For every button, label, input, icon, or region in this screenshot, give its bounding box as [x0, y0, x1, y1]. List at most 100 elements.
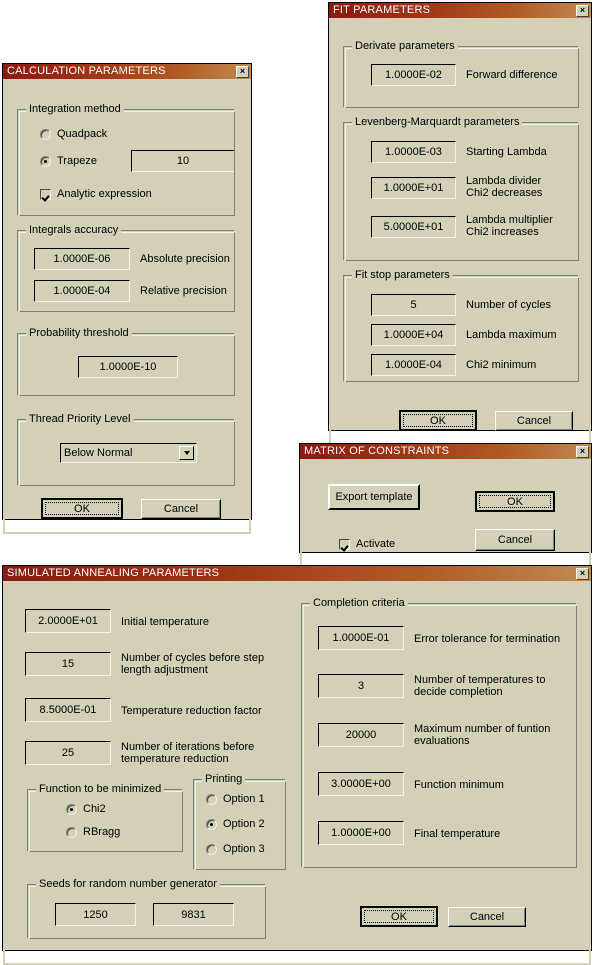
- close-icon[interactable]: ×: [576, 445, 589, 458]
- calculation-ok-button[interactable]: OK: [41, 498, 123, 519]
- radio-option-3[interactable]: Option 3: [206, 843, 265, 855]
- group-caption: Fit stop parameters: [352, 269, 453, 281]
- final-temperature-field[interactable]: 1.0000E+00: [318, 821, 404, 845]
- group-levenberg-marquardt: Levenberg-Marquardt parameters 1.0000E-0…: [343, 116, 579, 261]
- iterations-before-reduction-field[interactable]: 25: [25, 741, 111, 765]
- final-temperature-label: Final temperature: [414, 828, 501, 840]
- seed-2-field[interactable]: 9831: [153, 903, 234, 926]
- lambda-multiplier-field[interactable]: 5.0000E+01: [371, 216, 456, 238]
- annealing-title: SIMULATED ANNEALING PARAMETERS: [7, 567, 220, 579]
- checkbox-activate[interactable]: Activate: [339, 538, 395, 550]
- group-seeds: Seeds for random number generator 1250 9…: [27, 878, 266, 939]
- chi2-minimum-label: Chi2 minimum: [466, 359, 537, 371]
- group-caption: Printing: [202, 773, 246, 785]
- initial-temperature-field[interactable]: 2.0000E+01: [25, 609, 111, 633]
- simulated-annealing-window: SIMULATED ANNEALING PARAMETERS × 2.0000E…: [2, 565, 592, 965]
- error-tolerance-field[interactable]: 1.0000E-01: [318, 626, 404, 650]
- radio-option-2[interactable]: Option 2: [206, 818, 265, 830]
- fit-ok-button[interactable]: OK: [399, 410, 477, 431]
- annealing-cancel-button[interactable]: Cancel: [448, 907, 526, 927]
- radio-indicator: [40, 155, 51, 167]
- close-icon[interactable]: ×: [236, 65, 249, 78]
- button-label: OK: [507, 495, 523, 508]
- trapeze-steps-field[interactable]: 10: [131, 150, 235, 172]
- radio-indicator: [206, 843, 217, 855]
- thread-priority-select[interactable]: Below Normal: [60, 443, 197, 463]
- group-caption: Levenberg-Marquardt parameters: [352, 116, 523, 128]
- temperature-reduction-factor-field[interactable]: 8.5000E-01: [25, 698, 111, 722]
- close-icon[interactable]: ×: [576, 4, 589, 17]
- fit-parameters-window: FIT PARAMETERS × Derivate parameters 1.0…: [328, 2, 592, 445]
- max-function-evaluations-label: Maximum number of funtion evaluations: [414, 723, 551, 747]
- close-icon[interactable]: ×: [576, 567, 589, 580]
- lambda-maximum-label: Lambda maximum: [466, 329, 557, 341]
- radio-label: Option 3: [223, 843, 265, 855]
- relative-precision-field[interactable]: 1.0000E-04: [34, 280, 130, 302]
- lambda-multiplier-label: Lambda multiplier Chi2 increases: [466, 214, 553, 238]
- radio-quadpack[interactable]: Quadpack: [40, 128, 107, 140]
- matrix-ok-button[interactable]: OK: [475, 491, 555, 512]
- radio-indicator: [206, 818, 217, 830]
- export-template-button[interactable]: Export template: [328, 484, 420, 510]
- forward-difference-field[interactable]: 1.0000E-02: [371, 64, 456, 86]
- group-caption: Integration method: [26, 103, 124, 115]
- forward-difference-label: Forward difference: [466, 69, 558, 81]
- group-thread-priority: Thread Priority Level Below Normal: [17, 413, 235, 486]
- radio-trapeze[interactable]: Trapeze: [40, 155, 97, 167]
- chevron-down-icon[interactable]: [179, 446, 194, 460]
- chi2-minimum-field[interactable]: 1.0000E-04: [371, 354, 456, 376]
- fit-client: Derivate parameters 1.0000E-02 Forward d…: [329, 18, 591, 445]
- iterations-before-reduction-label: Number of iterations before temperature …: [121, 741, 255, 765]
- seed-1-field[interactable]: 1250: [55, 903, 136, 926]
- fit-title: FIT PARAMETERS: [333, 4, 431, 16]
- calculation-titlebar[interactable]: CALCULATION PARAMETERS ×: [3, 64, 251, 79]
- radio-rbragg[interactable]: RBragg: [66, 826, 120, 838]
- radio-chi2[interactable]: Chi2: [66, 803, 106, 815]
- radio-label: Trapeze: [57, 155, 97, 167]
- cycles-before-step-field[interactable]: 15: [25, 652, 111, 676]
- group-caption: Integrals accuracy: [26, 224, 122, 236]
- absolute-precision-field[interactable]: 1.0000E-06: [34, 248, 130, 270]
- relative-precision-label: Relative precision: [140, 285, 227, 297]
- checkbox-analytic-expression[interactable]: Analytic expression: [40, 188, 152, 200]
- annealing-titlebar[interactable]: SIMULATED ANNEALING PARAMETERS ×: [3, 566, 591, 581]
- group-printing: Printing Option 1 Option 2 Option 3: [193, 773, 286, 870]
- radio-indicator: [66, 826, 77, 838]
- max-function-evaluations-field[interactable]: 20000: [318, 723, 404, 747]
- button-label: OK: [74, 502, 90, 515]
- matrix-client: Export template Activate OK Cancel: [300, 459, 591, 567]
- radio-indicator: [206, 793, 217, 805]
- error-tolerance-label: Error tolerance for termination: [414, 633, 561, 645]
- lambda-divider-field[interactable]: 1.0000E+01: [371, 177, 456, 199]
- number-of-temperatures-field[interactable]: 3: [318, 674, 404, 698]
- radio-label: RBragg: [83, 826, 121, 838]
- group-completion-criteria: Completion criteria 1.0000E-01 Error tol…: [301, 597, 577, 868]
- function-minimum-field[interactable]: 3.0000E+00: [318, 772, 404, 796]
- radio-label: Option 2: [223, 818, 265, 830]
- annealing-ok-button[interactable]: OK: [360, 906, 438, 927]
- number-of-cycles-field[interactable]: 5: [371, 294, 456, 316]
- group-caption: Function to be minimized: [36, 783, 165, 795]
- function-minimum-label: Function minimum: [414, 779, 504, 791]
- calculation-title: CALCULATION PARAMETERS: [7, 65, 166, 77]
- starting-lambda-label: Starting Lambda: [466, 146, 547, 158]
- lambda-maximum-field[interactable]: 1.0000E+04: [371, 324, 456, 346]
- starting-lambda-field[interactable]: 1.0000E-03: [371, 141, 456, 163]
- radio-option-1[interactable]: Option 1: [206, 793, 265, 805]
- matrix-titlebar[interactable]: MATRIX OF CONSTRAINTS ×: [300, 444, 591, 459]
- probability-threshold-field[interactable]: 1.0000E-10: [78, 356, 178, 378]
- button-label: Export template: [335, 491, 413, 503]
- fit-cancel-button[interactable]: Cancel: [495, 411, 573, 431]
- matrix-cancel-button[interactable]: Cancel: [475, 529, 555, 551]
- fit-titlebar[interactable]: FIT PARAMETERS ×: [329, 3, 591, 18]
- checkbox-label: Analytic expression: [57, 188, 152, 200]
- calculation-cancel-button[interactable]: Cancel: [141, 499, 221, 519]
- group-function-to-minimize: Function to be minimized Chi2 RBragg: [27, 783, 183, 852]
- group-fit-stop-parameters: Fit stop parameters 5 Number of cycles 1…: [343, 269, 579, 382]
- button-label: Cancel: [469, 911, 505, 923]
- checkbox-indicator: [40, 188, 51, 200]
- cycles-before-step-label: Number of cycles before step length adju…: [121, 652, 265, 676]
- group-caption: Thread Priority Level: [26, 413, 134, 425]
- button-label: Cancel: [516, 415, 552, 427]
- group-integration-method: Integration method Quadpack Trapeze 10 A…: [17, 103, 235, 216]
